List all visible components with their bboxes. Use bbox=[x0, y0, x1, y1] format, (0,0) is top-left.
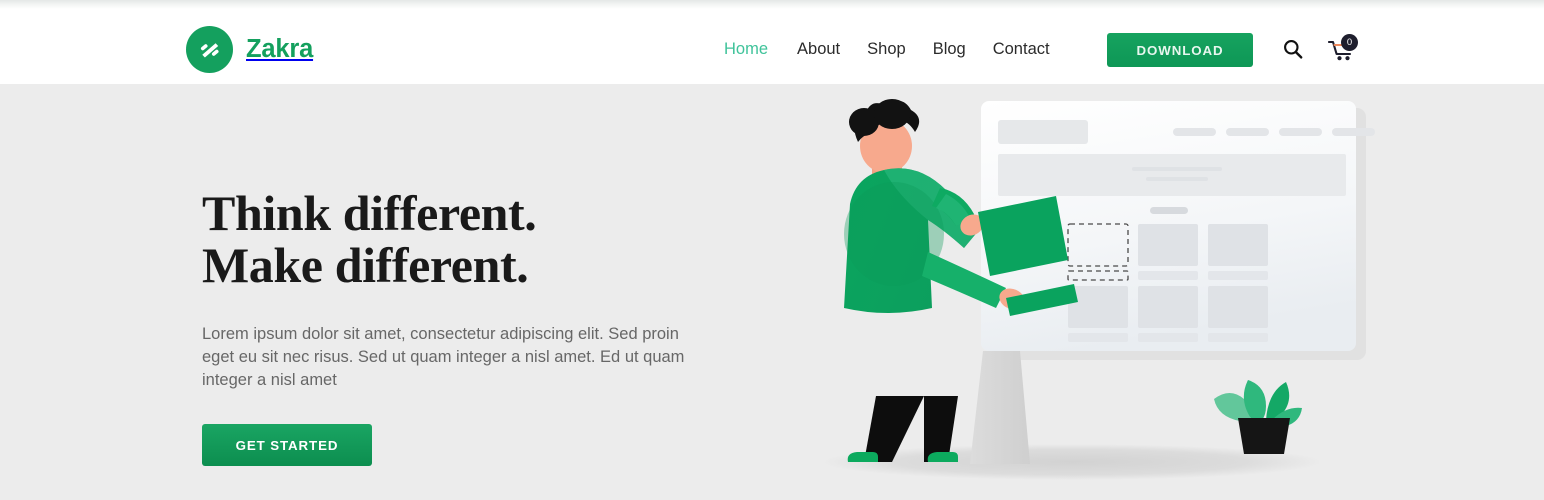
shoe-front bbox=[847, 452, 878, 462]
hero-title-line-1: Think different. bbox=[202, 185, 537, 241]
nav-item-about[interactable]: About bbox=[797, 40, 867, 60]
nav-item-shop[interactable]: Shop bbox=[867, 40, 933, 60]
hero-text-block: Think different. Make different. Lorem i… bbox=[202, 187, 722, 466]
zakra-logo-icon bbox=[186, 26, 233, 73]
hero-section: Think different. Make different. Lorem i… bbox=[0, 84, 1544, 500]
cart-count-badge: 0 bbox=[1341, 34, 1358, 51]
hero-description: Lorem ipsum dolor sit amet, consectetur … bbox=[202, 325, 685, 389]
brand-name: Zakra bbox=[246, 34, 314, 63]
top-gradient-strip bbox=[0, 0, 1544, 9]
plant-pot bbox=[1238, 418, 1290, 454]
website-builder-illustration bbox=[820, 84, 1544, 500]
landing-page: Zakra Home About Shop Blog Contact DOWNL… bbox=[0, 0, 1544, 500]
download-button[interactable]: DOWNLOAD bbox=[1107, 33, 1253, 67]
potted-plant bbox=[1214, 380, 1302, 454]
nav-item-contact[interactable]: Contact bbox=[993, 40, 1077, 60]
hero-title: Think different. Make different. bbox=[202, 187, 722, 291]
search-icon[interactable] bbox=[1282, 38, 1304, 60]
site-header: Zakra Home About Shop Blog Contact DOWNL… bbox=[0, 9, 1544, 84]
monitor-stand bbox=[970, 351, 1030, 464]
nav-item-home[interactable]: Home bbox=[724, 40, 797, 60]
get-started-button[interactable]: GET STARTED bbox=[202, 424, 372, 466]
nav-item-blog[interactable]: Blog bbox=[933, 40, 993, 60]
main-navigation: Home About Shop Blog Contact bbox=[724, 40, 1077, 60]
hero-title-line-2: Make different. bbox=[202, 237, 529, 293]
shoe-back bbox=[927, 452, 958, 462]
brand-logo-link[interactable]: Zakra bbox=[186, 26, 313, 73]
